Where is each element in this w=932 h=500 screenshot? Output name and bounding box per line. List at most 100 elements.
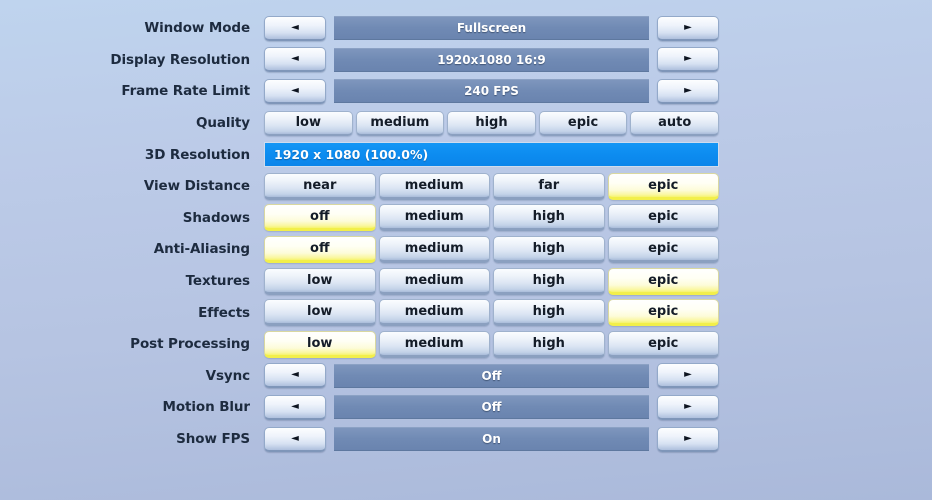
setting-row-anti-aliasing: Anti-Aliasing off medium high epic	[0, 234, 932, 266]
option-group-post-processing: low medium high epic	[264, 330, 719, 358]
prev-button-show-fps[interactable]: ◄	[264, 426, 326, 452]
option-post-processing-low[interactable]: low	[264, 330, 376, 358]
setting-label-show-fps: Show FPS	[176, 431, 250, 448]
setting-row-post-processing: Post Processing low medium high epic	[0, 329, 932, 361]
option-post-processing-high[interactable]: high	[493, 330, 605, 358]
option-shadows-medium[interactable]: medium	[378, 204, 490, 232]
setting-control-effects: low medium high epic	[264, 299, 719, 327]
setting-control-vsync: ◄ Off ►	[264, 363, 719, 389]
right-arrow-icon: ►	[684, 432, 692, 444]
right-arrow-icon: ►	[684, 53, 692, 65]
slider-3d-resolution[interactable]: 1920 x 1080 (100.0%)	[264, 142, 719, 168]
setting-control-motion-blur: ◄ Off ►	[264, 394, 719, 420]
option-view-distance-epic[interactable]: epic	[607, 172, 719, 200]
option-anti-aliasing-medium[interactable]: medium	[378, 235, 490, 263]
option-post-processing-epic[interactable]: epic	[607, 330, 719, 358]
next-button-window-mode[interactable]: ►	[657, 15, 719, 41]
right-arrow-icon: ►	[684, 84, 692, 96]
value-display-window-mode: Fullscreen	[334, 16, 649, 41]
setting-control-window-mode: ◄ Fullscreen ►	[264, 15, 719, 41]
setting-row-vsync: Vsync ◄ Off ►	[0, 360, 932, 392]
setting-control-3d-resolution: 1920 x 1080 (100.0%)	[264, 142, 719, 168]
setting-row-view-distance: View Distance near medium far epic	[0, 171, 932, 203]
option-shadows-epic[interactable]: epic	[607, 204, 719, 232]
value-text-vsync: Off	[481, 368, 502, 383]
option-effects-medium[interactable]: medium	[378, 299, 490, 327]
left-arrow-icon: ◄	[291, 53, 299, 65]
option-quality-medium[interactable]: medium	[355, 110, 445, 136]
option-quality-epic[interactable]: epic	[538, 110, 628, 136]
option-group-effects: low medium high epic	[264, 299, 719, 327]
option-group-anti-aliasing: off medium high epic	[264, 235, 719, 263]
option-group-quality: low medium high epic auto	[264, 110, 719, 137]
setting-label-textures: Textures	[185, 273, 251, 290]
setting-control-quality: low medium high epic auto	[264, 110, 719, 136]
setting-label-quality: Quality	[195, 115, 250, 132]
option-quality-low[interactable]: low	[264, 110, 353, 136]
value-display-vsync: Off	[334, 363, 649, 388]
left-arrow-icon: ◄	[291, 369, 299, 381]
option-anti-aliasing-off[interactable]: off	[264, 235, 376, 263]
prev-button-motion-blur[interactable]: ◄	[264, 394, 326, 420]
next-button-motion-blur[interactable]: ►	[657, 394, 719, 420]
next-button-frame-rate-limit[interactable]: ►	[657, 78, 719, 104]
setting-row-3d-resolution: 3D Resolution 1920 x 1080 (100.0%)	[0, 139, 932, 171]
next-button-show-fps[interactable]: ►	[657, 426, 719, 452]
option-effects-epic[interactable]: epic	[607, 299, 719, 327]
right-arrow-icon: ►	[684, 369, 692, 381]
option-anti-aliasing-epic[interactable]: epic	[607, 235, 719, 263]
option-anti-aliasing-high[interactable]: high	[493, 235, 605, 263]
option-group-view-distance: near medium far epic	[264, 172, 719, 200]
option-quality-auto[interactable]: auto	[630, 110, 719, 136]
option-view-distance-far[interactable]: far	[493, 172, 605, 200]
setting-label-frame-rate-limit: Frame Rate Limit	[121, 83, 250, 100]
right-arrow-icon: ►	[684, 21, 692, 33]
option-post-processing-medium[interactable]: medium	[378, 330, 490, 358]
setting-label-window-mode: Window Mode	[144, 20, 250, 37]
value-text-motion-blur: Off	[481, 400, 502, 415]
option-textures-medium[interactable]: medium	[378, 267, 490, 295]
option-textures-low[interactable]: low	[264, 267, 376, 295]
prev-button-vsync[interactable]: ◄	[264, 363, 326, 389]
prev-button-frame-rate-limit[interactable]: ◄	[264, 78, 326, 104]
prev-button-window-mode[interactable]: ◄	[264, 15, 326, 41]
setting-label-motion-blur: Motion Blur	[162, 399, 251, 416]
left-arrow-icon: ◄	[291, 432, 299, 444]
setting-row-quality: Quality low medium high epic auto	[0, 107, 932, 139]
next-button-vsync[interactable]: ►	[657, 363, 719, 389]
setting-label-vsync: Vsync	[205, 367, 251, 384]
option-group-shadows: off medium high epic	[264, 204, 719, 232]
prev-button-display-resolution[interactable]: ◄	[264, 47, 326, 73]
next-button-display-resolution[interactable]: ►	[657, 47, 719, 73]
option-shadows-high[interactable]: high	[493, 204, 605, 232]
setting-row-effects: Effects low medium high epic	[0, 297, 932, 329]
setting-row-textures: Textures low medium high epic	[0, 265, 932, 297]
option-view-distance-medium[interactable]: medium	[378, 172, 490, 200]
value-display-frame-rate-limit: 240 FPS	[334, 79, 649, 104]
option-textures-high[interactable]: high	[493, 267, 605, 295]
setting-row-frame-rate-limit: Frame Rate Limit ◄ 240 FPS ►	[0, 76, 932, 108]
option-effects-high[interactable]: high	[493, 299, 605, 327]
option-shadows-off[interactable]: off	[264, 204, 376, 232]
setting-control-frame-rate-limit: ◄ 240 FPS ►	[264, 78, 719, 104]
value-display-show-fps: On	[334, 427, 649, 452]
left-arrow-icon: ◄	[291, 400, 299, 412]
setting-label-post-processing: Post Processing	[130, 336, 250, 353]
option-group-textures: low medium high epic	[264, 267, 719, 295]
setting-control-display-resolution: ◄ 1920x1080 16:9 ►	[264, 47, 719, 73]
value-text-show-fps: On	[482, 432, 501, 447]
setting-label-view-distance: View Distance	[143, 178, 250, 195]
setting-row-window-mode: Window Mode ◄ Fullscreen ►	[0, 13, 932, 45]
setting-label-anti-aliasing: Anti-Aliasing	[153, 241, 250, 258]
setting-label-shadows: Shadows	[182, 209, 250, 226]
slider-value-3d-resolution: 1920 x 1080 (100.0%)	[274, 147, 429, 163]
setting-control-post-processing: low medium high epic	[264, 330, 719, 358]
setting-row-motion-blur: Motion Blur ◄ Off ►	[0, 392, 932, 424]
option-textures-epic[interactable]: epic	[607, 267, 719, 295]
option-view-distance-near[interactable]: near	[264, 172, 376, 200]
setting-label-display-resolution: Display Resolution	[110, 51, 250, 68]
option-quality-high[interactable]: high	[447, 110, 536, 136]
option-effects-low[interactable]: low	[264, 299, 376, 327]
setting-control-show-fps: ◄ On ►	[264, 426, 719, 452]
setting-row-show-fps: Show FPS ◄ On ►	[0, 423, 932, 455]
